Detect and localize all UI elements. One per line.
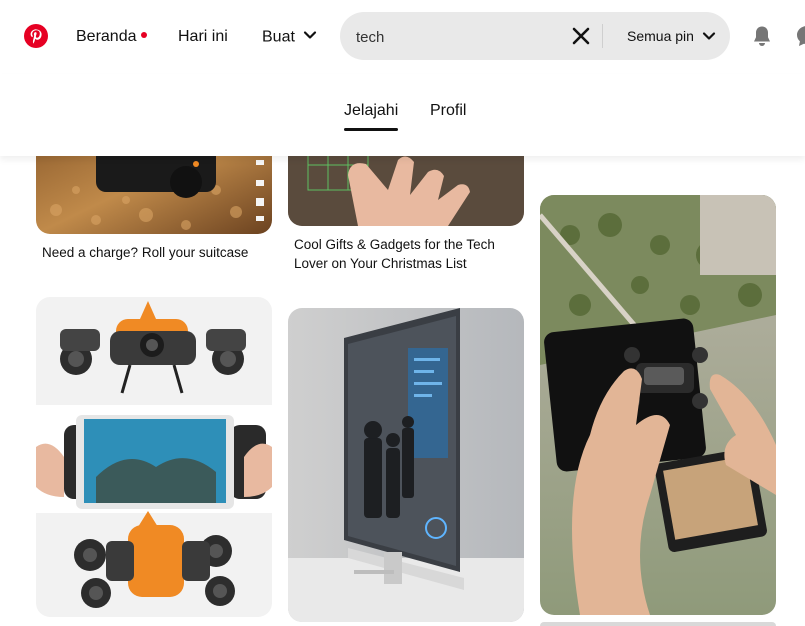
- nav-create[interactable]: Buat: [262, 28, 317, 47]
- top-header: Beranda Hari ini Buat Semua pin: [0, 0, 805, 74]
- tab-profile[interactable]: Profil: [430, 102, 466, 120]
- tab-bar: Jelajahi Profil: [0, 74, 805, 156]
- bell-icon[interactable]: [750, 24, 774, 48]
- tab-explore-label: Jelajahi: [344, 102, 399, 119]
- active-tab-indicator: [344, 128, 398, 131]
- search-bar: Semua pin: [340, 12, 730, 60]
- close-icon[interactable]: [571, 26, 591, 46]
- pin-title[interactable]: Cool Gifts & Gadgets for the Tech Lover …: [294, 235, 520, 273]
- search-input[interactable]: [354, 25, 558, 49]
- nav-today-label: Hari ini: [178, 28, 228, 45]
- pinterest-logo-icon[interactable]: [24, 24, 48, 48]
- pin-image-smart-mirror[interactable]: [288, 308, 524, 622]
- nav-create-label: Buat: [262, 28, 295, 46]
- search-scope-label: Semua pin: [627, 28, 694, 44]
- nav-home-label: Beranda: [76, 28, 137, 45]
- chat-icon[interactable]: [795, 24, 805, 48]
- chevron-down-icon: [702, 29, 716, 46]
- nav-home[interactable]: Beranda: [76, 28, 147, 46]
- pin-image-mini-drone[interactable]: [540, 195, 776, 615]
- nav-today[interactable]: Hari ini: [178, 28, 228, 46]
- chevron-down-icon: [303, 28, 317, 47]
- tab-profile-label: Profil: [430, 102, 467, 119]
- pin-title[interactable]: Need a charge? Roll your suitcase: [42, 243, 270, 262]
- tab-explore[interactable]: Jelajahi: [344, 102, 398, 120]
- search-scope-dropdown[interactable]: Semua pin: [627, 28, 716, 46]
- notification-dot: [140, 31, 147, 38]
- pin-image-next[interactable]: [540, 622, 776, 626]
- search-divider: [602, 24, 603, 48]
- pin-image-underwater-drone[interactable]: [36, 297, 272, 617]
